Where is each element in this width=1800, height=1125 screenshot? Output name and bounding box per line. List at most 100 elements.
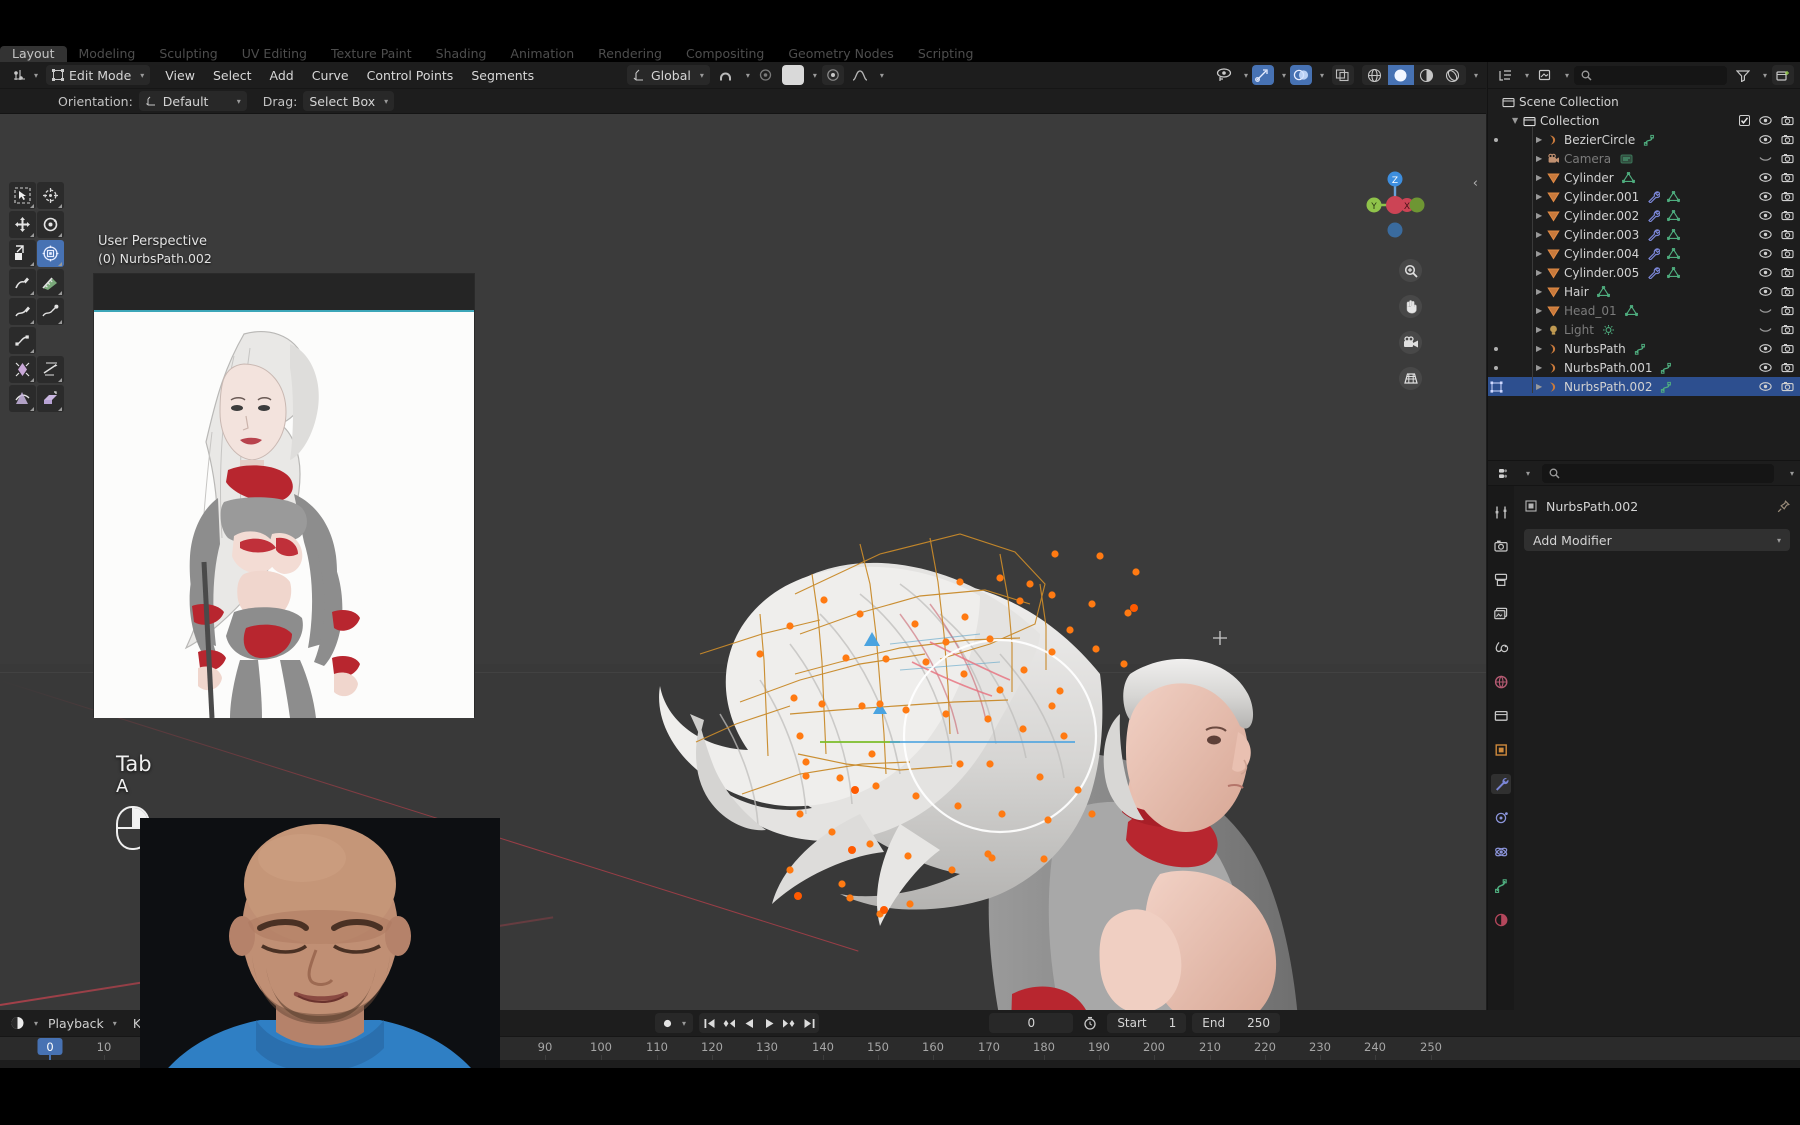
hide-in-viewport-toggle[interactable] — [1759, 305, 1772, 316]
timeline-menu-playback[interactable]: Playback ▾ — [40, 1016, 125, 1031]
xray-icon[interactable] — [1331, 65, 1354, 85]
sidebar-toggle-icon[interactable]: ‹ — [1473, 176, 1478, 191]
timeline-editor-caret[interactable]: ▾ — [34, 1019, 38, 1028]
rotate-tool[interactable] — [37, 211, 64, 238]
exclude-checkbox[interactable] — [1739, 115, 1750, 126]
disclosure-triangle-icon[interactable]: ▶ — [1536, 135, 1547, 144]
extrude-curve-tool[interactable] — [37, 298, 64, 325]
shading-rendered-button[interactable] — [1440, 65, 1466, 85]
properties-material-tab[interactable] — [1491, 910, 1511, 930]
workspace-tab-compositing[interactable]: Compositing — [674, 46, 776, 62]
overlays-caret[interactable]: ▾ — [1320, 71, 1324, 80]
object-data-icon[interactable] — [1643, 134, 1656, 146]
draw-curve-tool[interactable] — [9, 298, 36, 325]
hide-in-viewport-toggle[interactable] — [1759, 115, 1772, 126]
hide-in-viewport-toggle[interactable] — [1759, 229, 1772, 240]
hide-in-viewport-toggle[interactable] — [1759, 286, 1772, 297]
hide-in-viewport-toggle[interactable] — [1759, 362, 1772, 373]
current-frame-field[interactable]: 0 — [989, 1013, 1074, 1033]
frame-end-field[interactable]: End 250 — [1192, 1013, 1280, 1033]
hide-in-viewport-toggle[interactable] — [1759, 191, 1772, 202]
workspace-tab-scripting[interactable]: Scripting — [906, 46, 986, 62]
ortho-toggle-icon[interactable] — [1399, 367, 1422, 390]
hide-in-viewport-toggle[interactable] — [1759, 172, 1772, 183]
camera-view-icon[interactable] — [1399, 331, 1422, 354]
disclosure-triangle-icon[interactable]: ▶ — [1536, 192, 1547, 201]
mode-selector[interactable]: Edit Mode ▾ — [46, 65, 151, 85]
properties-object-tab[interactable] — [1491, 740, 1511, 760]
next-keyframe-icon[interactable] — [779, 1013, 799, 1033]
annotate-tool[interactable] — [9, 269, 36, 296]
outliner-search-input[interactable] — [1574, 65, 1727, 85]
disclosure-triangle-icon[interactable]: ▶ — [1536, 173, 1547, 182]
modifier-icon[interactable] — [1647, 247, 1661, 260]
disable-in-renders-toggle[interactable] — [1781, 381, 1794, 392]
modifier-icon[interactable] — [1647, 190, 1661, 203]
randomize-tool[interactable] — [9, 356, 36, 383]
viewport-menu-control-points[interactable]: Control Points — [358, 68, 463, 83]
shear-tool[interactable] — [37, 356, 64, 383]
workspace-tab-modeling[interactable]: Modeling — [67, 46, 148, 62]
transform-tool[interactable] — [37, 240, 64, 267]
pan-hand-icon[interactable] — [1399, 295, 1422, 318]
hide-in-viewport-toggle[interactable] — [1759, 381, 1772, 392]
hide-in-viewport-toggle[interactable] — [1759, 210, 1772, 221]
properties-search-input[interactable] — [1542, 463, 1774, 483]
falloff-curve-icon[interactable] — [849, 65, 871, 85]
outliner-collection[interactable]: ▼ Collection — [1488, 111, 1800, 130]
outliner-item-cylinder-003[interactable]: ▶ Cylinder.003 — [1488, 225, 1800, 244]
object-data-icon[interactable] — [1602, 324, 1615, 336]
outliner-item-hair[interactable]: ▶ Hair — [1488, 282, 1800, 301]
object-data-icon[interactable] — [1667, 247, 1681, 260]
modifier-icon[interactable] — [1647, 209, 1661, 222]
object-data-icon[interactable] — [1596, 285, 1610, 298]
measure-tool[interactable] — [37, 269, 64, 296]
timeline-playhead[interactable]: 0 — [37, 1038, 63, 1055]
object-data-icon[interactable] — [1667, 266, 1681, 279]
properties-editor-icon[interactable] — [1494, 463, 1516, 483]
auto-keying-icon[interactable]: ▾ — [655, 1013, 694, 1033]
viewport-menu-curve[interactable]: Curve — [303, 68, 358, 83]
disable-in-renders-toggle[interactable] — [1781, 305, 1794, 316]
properties-physics-tab[interactable] — [1491, 842, 1511, 862]
disable-in-renders-toggle[interactable] — [1781, 229, 1794, 240]
proportional-toggle-icon[interactable] — [821, 65, 844, 85]
properties-object-data-tab[interactable] — [1491, 876, 1511, 896]
overlays-icon[interactable] — [1289, 65, 1312, 85]
modifier-icon[interactable] — [1647, 266, 1661, 279]
outliner-item-nurbspath-002[interactable]: ▶ NurbsPath.002 — [1488, 377, 1800, 396]
disable-in-renders-toggle[interactable] — [1781, 267, 1794, 278]
falloff-curve-caret[interactable]: ▾ — [880, 71, 884, 80]
object-data-icon[interactable] — [1667, 209, 1681, 222]
outliner-item-beziercircle[interactable]: ▶ BezierCircle — [1488, 130, 1800, 149]
transform-orientation-selector[interactable]: Global ▾ — [627, 65, 710, 85]
viewport-menu-view[interactable]: View — [156, 68, 204, 83]
zoom-icon[interactable] — [1399, 259, 1422, 282]
workspace-tab-animation[interactable]: Animation — [498, 46, 586, 62]
shading-mode-group[interactable] — [1361, 65, 1466, 85]
viewport-menu-add[interactable]: Add — [261, 68, 303, 83]
properties-particles-tab[interactable] — [1491, 808, 1511, 828]
outliner-item-cylinder[interactable]: ▶ Cylinder — [1488, 168, 1800, 187]
workspace-tab-rendering[interactable]: Rendering — [586, 46, 674, 62]
disclosure-triangle-icon[interactable]: ▶ — [1536, 306, 1547, 315]
properties-tab-strip[interactable] — [1488, 486, 1514, 1072]
properties-scene-tab[interactable] — [1491, 638, 1511, 658]
properties-output-tab[interactable] — [1491, 570, 1511, 590]
outliner-item-cylinder-005[interactable]: ▶ Cylinder.005 — [1488, 263, 1800, 282]
disable-in-renders-toggle[interactable] — [1781, 210, 1794, 221]
outliner-filter-scene-caret[interactable]: ▾ — [1565, 71, 1569, 80]
outliner-tree[interactable]: Scene Collection ▼ Collection ▶ BezierCircle… — [1488, 89, 1800, 396]
falloff-caret[interactable]: ▾ — [813, 71, 817, 80]
viewport-menus[interactable]: View Select Add Curve Control Points Segments — [156, 68, 543, 83]
shading-caret[interactable]: ▾ — [1474, 71, 1478, 80]
cursor-tool[interactable] — [37, 182, 64, 209]
properties-collection-tab[interactable] — [1491, 706, 1511, 726]
playback-transport[interactable] — [699, 1013, 820, 1033]
disable-in-renders-toggle[interactable] — [1781, 191, 1794, 202]
disclosure-triangle-icon[interactable]: ▶ — [1536, 249, 1547, 258]
gizmo-icon[interactable] — [1251, 65, 1274, 85]
object-data-icon[interactable] — [1621, 171, 1635, 184]
shading-solid-button[interactable] — [1387, 65, 1414, 85]
curve-pen-tool[interactable] — [9, 327, 36, 354]
